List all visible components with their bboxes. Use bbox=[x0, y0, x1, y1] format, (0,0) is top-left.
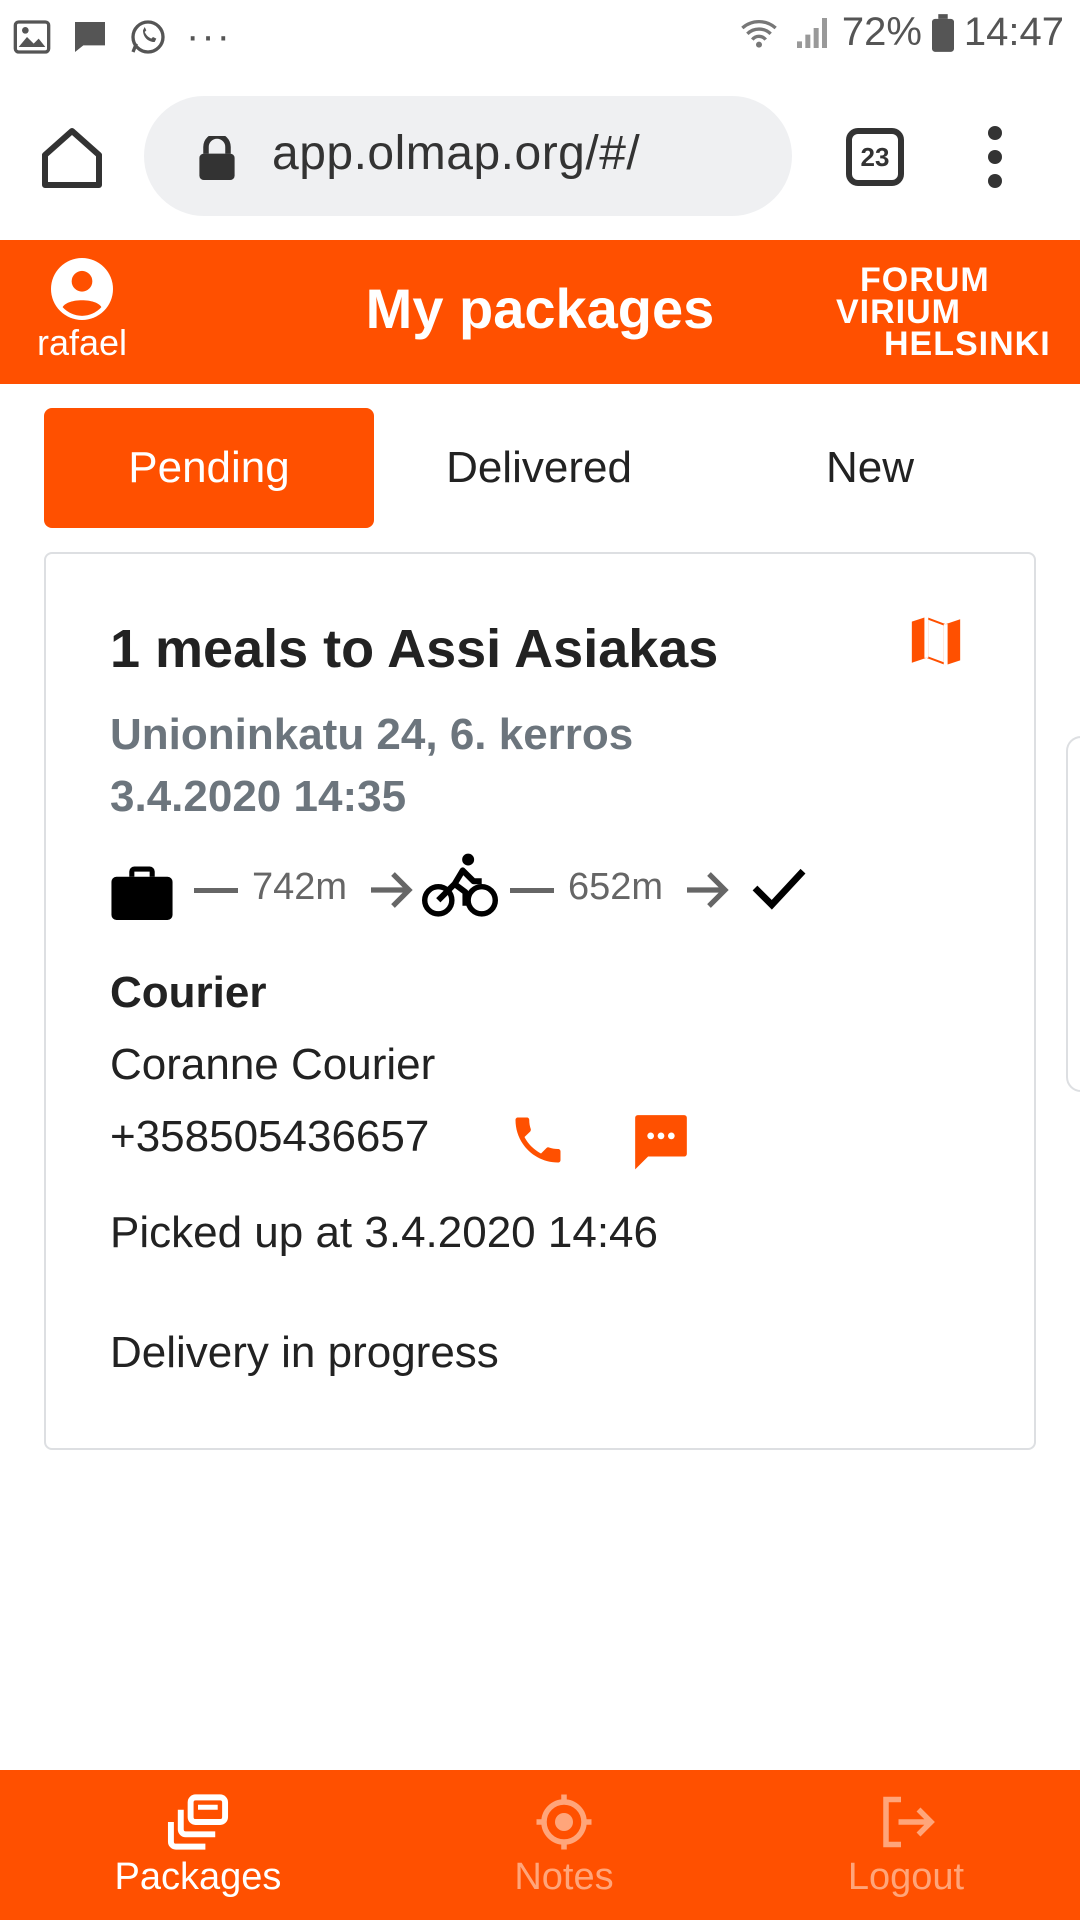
logo-line: HELSINKI bbox=[884, 325, 1051, 363]
battery-icon bbox=[931, 13, 954, 52]
status-bar: ··· 72% 14:47 bbox=[0, 0, 1080, 72]
delivery-distance: 652m bbox=[568, 866, 664, 908]
map-icon[interactable] bbox=[906, 612, 966, 670]
courier-phone: +358505436657 bbox=[110, 1112, 430, 1161]
pickup-distance: 742m bbox=[252, 866, 348, 908]
lock-icon bbox=[199, 136, 235, 180]
delivery-datetime: 3.4.2020 14:35 bbox=[110, 772, 407, 821]
tab-new[interactable]: New bbox=[704, 408, 1036, 528]
wifi-icon bbox=[741, 19, 777, 48]
nav-logout[interactable]: Logout bbox=[726, 1770, 1080, 1920]
courier-heading: Courier bbox=[110, 968, 267, 1017]
whatsapp-icon bbox=[131, 19, 165, 54]
forum-virium-logo: FORUM VIRIUM HELSINKI bbox=[836, 261, 1056, 364]
package-card: 1 meals to Assi Asiakas Unioninkatu 24, … bbox=[44, 552, 1036, 1450]
packages-icon bbox=[167, 1794, 229, 1850]
gallery-icon bbox=[13, 19, 51, 54]
signal-icon bbox=[796, 17, 827, 48]
bicycle-icon bbox=[422, 853, 498, 917]
route-line bbox=[510, 888, 554, 893]
courier-name: Coranne Courier bbox=[110, 1040, 436, 1089]
nav-label: Packages bbox=[114, 1856, 282, 1898]
route-line bbox=[194, 888, 238, 893]
bottom-navigation: Packages Notes Logout bbox=[0, 1770, 1080, 1920]
battery-percent: 72% bbox=[841, 10, 922, 54]
sms-icon[interactable] bbox=[630, 1110, 692, 1172]
arrow-right-icon bbox=[371, 872, 413, 908]
clock: 14:47 bbox=[963, 10, 1064, 54]
delivery-status: Delivery in progress bbox=[110, 1328, 499, 1377]
check-icon bbox=[752, 868, 806, 910]
menu-icon[interactable] bbox=[980, 126, 1010, 190]
briefcase-icon bbox=[111, 866, 173, 920]
next-card-edge[interactable] bbox=[1066, 736, 1080, 1092]
target-icon bbox=[536, 1794, 592, 1850]
logo-line: VIRIUM bbox=[836, 293, 961, 331]
system-status: 72% 14:47 bbox=[736, 10, 1064, 55]
tab-delivered[interactable]: Delivered bbox=[374, 408, 704, 528]
more-dots-icon: ··· bbox=[186, 14, 232, 58]
tab-pending[interactable]: Pending bbox=[44, 408, 374, 528]
route-progress: 742m 652m bbox=[110, 844, 870, 924]
package-title: 1 meals to Assi Asiakas bbox=[110, 619, 719, 679]
tabs-icon[interactable]: 23 bbox=[846, 128, 904, 186]
url-text[interactable]: app.olmap.org/#/ bbox=[272, 126, 640, 181]
message-icon bbox=[75, 21, 105, 52]
package-tabs: Pending Delivered New bbox=[44, 408, 1036, 528]
app-header: rafael My packages FORUM VIRIUM HELSINKI bbox=[0, 240, 1080, 384]
phone-icon[interactable] bbox=[508, 1110, 568, 1170]
pickup-time: Picked up at 3.4.2020 14:46 bbox=[110, 1208, 658, 1257]
nav-notes[interactable]: Notes bbox=[384, 1770, 744, 1920]
address-bar[interactable]: app.olmap.org/#/ bbox=[144, 96, 792, 216]
nav-label: Logout bbox=[847, 1856, 965, 1898]
notification-icons: ··· bbox=[12, 14, 232, 59]
browser-toolbar: app.olmap.org/#/ 23 bbox=[0, 72, 1080, 240]
logo-line: FORUM bbox=[860, 261, 990, 299]
logout-icon bbox=[883, 1796, 935, 1848]
arrow-right-icon bbox=[687, 872, 729, 908]
home-icon[interactable] bbox=[36, 122, 108, 194]
nav-label: Notes bbox=[514, 1856, 614, 1898]
delivery-address: Unioninkatu 24, 6. kerros bbox=[110, 710, 634, 759]
nav-packages[interactable]: Packages bbox=[18, 1770, 378, 1920]
